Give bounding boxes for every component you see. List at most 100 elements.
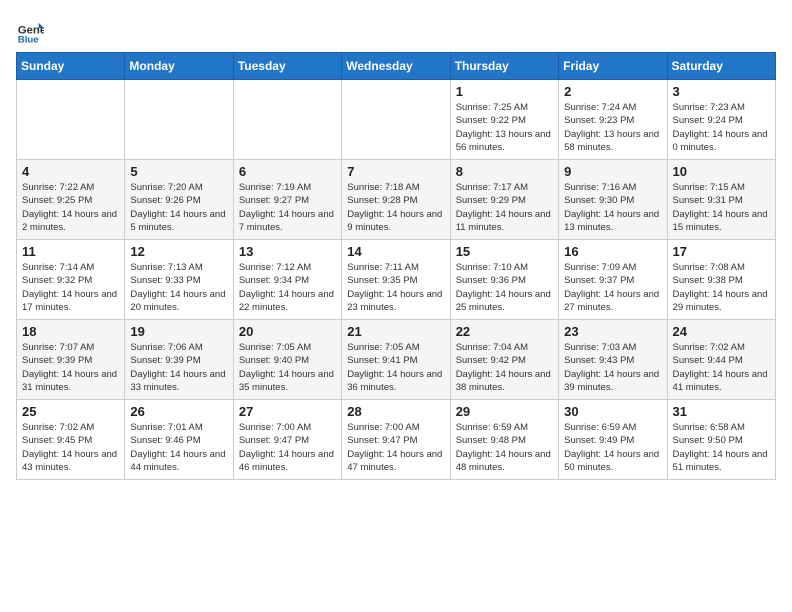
- calendar-cell: 16Sunrise: 7:09 AM Sunset: 9:37 PM Dayli…: [559, 240, 667, 320]
- day-number: 8: [456, 164, 553, 179]
- day-info: Sunrise: 7:10 AM Sunset: 9:36 PM Dayligh…: [456, 261, 553, 314]
- day-info: Sunrise: 7:22 AM Sunset: 9:25 PM Dayligh…: [22, 181, 119, 234]
- day-info: Sunrise: 7:24 AM Sunset: 9:23 PM Dayligh…: [564, 101, 661, 154]
- day-number: 11: [22, 244, 119, 259]
- day-info: Sunrise: 7:25 AM Sunset: 9:22 PM Dayligh…: [456, 101, 553, 154]
- header: General Blue: [16, 16, 776, 44]
- calendar-cell: [233, 80, 341, 160]
- weekday-header: Wednesday: [342, 53, 450, 80]
- day-number: 25: [22, 404, 119, 419]
- calendar-cell: 12Sunrise: 7:13 AM Sunset: 9:33 PM Dayli…: [125, 240, 233, 320]
- day-info: Sunrise: 7:04 AM Sunset: 9:42 PM Dayligh…: [456, 341, 553, 394]
- calendar-cell: 9 Sunrise: 7:16 AM Sunset: 9:30 PM Daylig…: [559, 160, 667, 240]
- day-number: 14: [347, 244, 444, 259]
- day-info: Sunrise: 7:18 AM Sunset: 9:28 PM Dayligh…: [347, 181, 444, 234]
- day-number: 6: [239, 164, 336, 179]
- day-number: 21: [347, 324, 444, 339]
- calendar-cell: 21 Sunrise: 7:05 AM Sunset: 9:41 PM Dayli…: [342, 320, 450, 400]
- calendar-cell: 28 Sunrise: 7:00 AM Sunset: 9:47 PM Dayli…: [342, 400, 450, 480]
- calendar-cell: 18Sunrise: 7:07 AM Sunset: 9:39 PM Dayli…: [17, 320, 125, 400]
- day-number: 3: [673, 84, 770, 99]
- day-number: 19: [130, 324, 227, 339]
- day-info: Sunrise: 7:17 AM Sunset: 9:29 PM Dayligh…: [456, 181, 553, 234]
- day-info: Sunrise: 6:58 AM Sunset: 9:50 PM Dayligh…: [673, 421, 770, 474]
- day-number: 5: [130, 164, 227, 179]
- day-number: 1: [456, 84, 553, 99]
- day-number: 17: [673, 244, 770, 259]
- calendar-header-row: SundayMondayTuesdayWednesdayThursdayFrid…: [17, 53, 776, 80]
- calendar-cell: 22 Sunrise: 7:04 AM Sunset: 9:42 PM Dayli…: [450, 320, 558, 400]
- svg-text:Blue: Blue: [18, 34, 39, 44]
- day-info: Sunrise: 7:00 AM Sunset: 9:47 PM Dayligh…: [347, 421, 444, 474]
- day-number: 30: [564, 404, 661, 419]
- calendar-cell: 8 Sunrise: 7:17 AM Sunset: 9:29 PM Daylig…: [450, 160, 558, 240]
- day-info: Sunrise: 7:16 AM Sunset: 9:30 PM Dayligh…: [564, 181, 661, 234]
- calendar-cell: 24 Sunrise: 7:02 AM Sunset: 9:44 PM Dayli…: [667, 320, 775, 400]
- calendar-week-row: 25 Sunrise: 7:02 AM Sunset: 9:45 PM Dayli…: [17, 400, 776, 480]
- calendar-week-row: 18Sunrise: 7:07 AM Sunset: 9:39 PM Dayli…: [17, 320, 776, 400]
- day-info: Sunrise: 7:03 AM Sunset: 9:43 PM Dayligh…: [564, 341, 661, 394]
- calendar-cell: 1 Sunrise: 7:25 AM Sunset: 9:22 PM Daylig…: [450, 80, 558, 160]
- day-info: Sunrise: 7:02 AM Sunset: 9:44 PM Dayligh…: [673, 341, 770, 394]
- weekday-header: Saturday: [667, 53, 775, 80]
- day-number: 18: [22, 324, 119, 339]
- calendar-week-row: 4 Sunrise: 7:22 AM Sunset: 9:25 PM Daylig…: [17, 160, 776, 240]
- calendar-cell: 25 Sunrise: 7:02 AM Sunset: 9:45 PM Dayli…: [17, 400, 125, 480]
- day-number: 12: [130, 244, 227, 259]
- day-number: 10: [673, 164, 770, 179]
- calendar-cell: 23 Sunrise: 7:03 AM Sunset: 9:43 PM Dayli…: [559, 320, 667, 400]
- calendar-cell: 11 Sunrise: 7:14 AM Sunset: 9:32 PM Dayli…: [17, 240, 125, 320]
- weekday-header: Monday: [125, 53, 233, 80]
- day-info: Sunrise: 7:02 AM Sunset: 9:45 PM Dayligh…: [22, 421, 119, 474]
- weekday-header: Tuesday: [233, 53, 341, 80]
- calendar-cell: 26 Sunrise: 7:01 AM Sunset: 9:46 PM Dayli…: [125, 400, 233, 480]
- weekday-header: Sunday: [17, 53, 125, 80]
- day-number: 9: [564, 164, 661, 179]
- day-number: 26: [130, 404, 227, 419]
- calendar-cell: 29Sunrise: 6:59 AM Sunset: 9:48 PM Dayli…: [450, 400, 558, 480]
- calendar-cell: [342, 80, 450, 160]
- calendar-cell: 6 Sunrise: 7:19 AM Sunset: 9:27 PM Daylig…: [233, 160, 341, 240]
- calendar-cell: 17 Sunrise: 7:08 AM Sunset: 9:38 PM Dayli…: [667, 240, 775, 320]
- calendar-cell: [125, 80, 233, 160]
- day-number: 22: [456, 324, 553, 339]
- calendar-body: 1 Sunrise: 7:25 AM Sunset: 9:22 PM Daylig…: [17, 80, 776, 480]
- day-info: Sunrise: 6:59 AM Sunset: 9:48 PM Dayligh…: [456, 421, 553, 474]
- day-number: 2: [564, 84, 661, 99]
- calendar-cell: 27 Sunrise: 7:00 AM Sunset: 9:47 PM Dayli…: [233, 400, 341, 480]
- day-info: Sunrise: 7:12 AM Sunset: 9:34 PM Dayligh…: [239, 261, 336, 314]
- calendar-week-row: 1 Sunrise: 7:25 AM Sunset: 9:22 PM Daylig…: [17, 80, 776, 160]
- calendar-cell: 13Sunrise: 7:12 AM Sunset: 9:34 PM Dayli…: [233, 240, 341, 320]
- calendar-cell: 3Sunrise: 7:23 AM Sunset: 9:24 PM Daylig…: [667, 80, 775, 160]
- weekday-header: Friday: [559, 53, 667, 80]
- day-info: Sunrise: 7:05 AM Sunset: 9:40 PM Dayligh…: [239, 341, 336, 394]
- day-info: Sunrise: 7:01 AM Sunset: 9:46 PM Dayligh…: [130, 421, 227, 474]
- calendar-cell: 4 Sunrise: 7:22 AM Sunset: 9:25 PM Daylig…: [17, 160, 125, 240]
- day-number: 24: [673, 324, 770, 339]
- day-number: 4: [22, 164, 119, 179]
- calendar-week-row: 11 Sunrise: 7:14 AM Sunset: 9:32 PM Dayli…: [17, 240, 776, 320]
- calendar-cell: [17, 80, 125, 160]
- day-info: Sunrise: 7:05 AM Sunset: 9:41 PM Dayligh…: [347, 341, 444, 394]
- day-info: Sunrise: 7:08 AM Sunset: 9:38 PM Dayligh…: [673, 261, 770, 314]
- calendar-table: SundayMondayTuesdayWednesdayThursdayFrid…: [16, 52, 776, 480]
- day-info: Sunrise: 7:19 AM Sunset: 9:27 PM Dayligh…: [239, 181, 336, 234]
- logo-icon: General Blue: [16, 16, 44, 44]
- day-number: 7: [347, 164, 444, 179]
- calendar-cell: 5Sunrise: 7:20 AM Sunset: 9:26 PM Daylig…: [125, 160, 233, 240]
- day-info: Sunrise: 7:15 AM Sunset: 9:31 PM Dayligh…: [673, 181, 770, 234]
- day-number: 27: [239, 404, 336, 419]
- calendar-cell: 10 Sunrise: 7:15 AM Sunset: 9:31 PM Dayli…: [667, 160, 775, 240]
- day-info: Sunrise: 7:14 AM Sunset: 9:32 PM Dayligh…: [22, 261, 119, 314]
- calendar-cell: 14 Sunrise: 7:11 AM Sunset: 9:35 PM Dayli…: [342, 240, 450, 320]
- day-info: Sunrise: 7:09 AM Sunset: 9:37 PM Dayligh…: [564, 261, 661, 314]
- calendar-cell: 30 Sunrise: 6:59 AM Sunset: 9:49 PM Dayli…: [559, 400, 667, 480]
- day-info: Sunrise: 6:59 AM Sunset: 9:49 PM Dayligh…: [564, 421, 661, 474]
- calendar-cell: 19Sunrise: 7:06 AM Sunset: 9:39 PM Dayli…: [125, 320, 233, 400]
- day-number: 23: [564, 324, 661, 339]
- day-number: 28: [347, 404, 444, 419]
- day-info: Sunrise: 7:11 AM Sunset: 9:35 PM Dayligh…: [347, 261, 444, 314]
- day-info: Sunrise: 7:00 AM Sunset: 9:47 PM Dayligh…: [239, 421, 336, 474]
- logo: General Blue: [16, 16, 48, 44]
- calendar-cell: 7 Sunrise: 7:18 AM Sunset: 9:28 PM Daylig…: [342, 160, 450, 240]
